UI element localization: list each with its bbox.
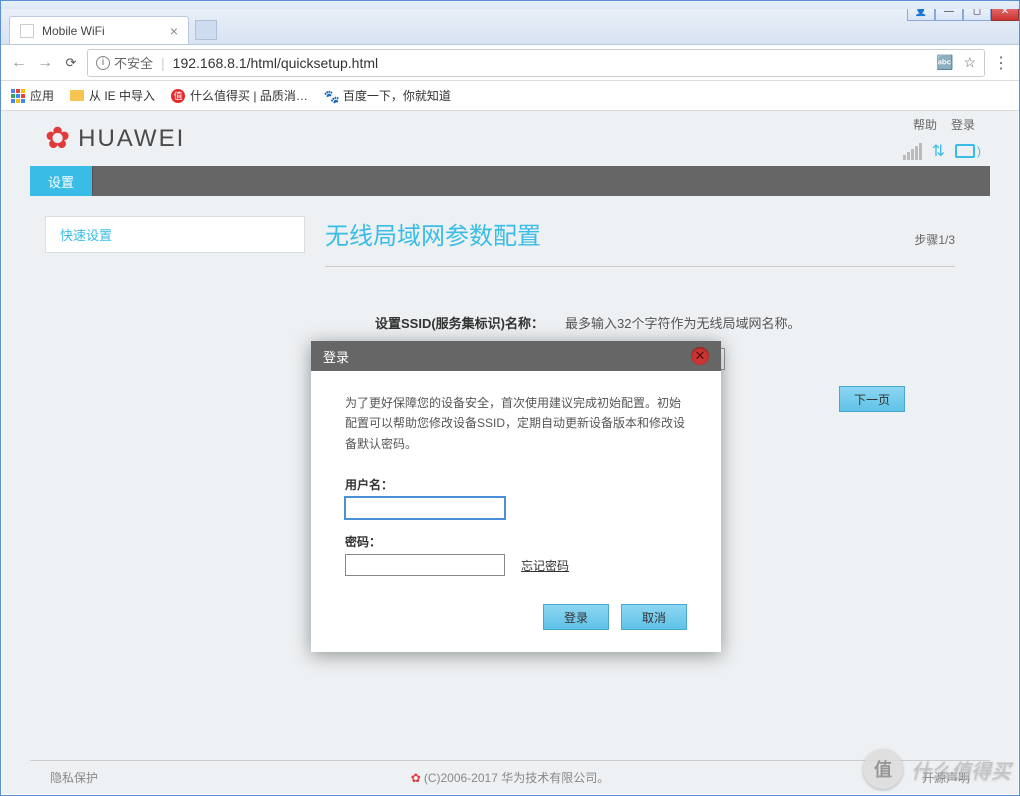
watermark-badge: 值 [863, 749, 903, 789]
sidebar-quick-setup[interactable]: 快速设置 [45, 216, 305, 253]
browser-tab[interactable]: Mobile WiFi × [9, 16, 189, 44]
modal-login-button[interactable]: 登录 [543, 604, 609, 630]
huawei-petal-icon: ✿ [45, 121, 70, 156]
forward-button[interactable]: → [35, 53, 55, 73]
info-icon: i [96, 56, 110, 70]
folder-icon [70, 90, 84, 101]
apps-grid-icon [11, 89, 25, 103]
password-input[interactable] [345, 554, 505, 576]
watermark-text: 什么值得买 [911, 755, 1011, 784]
modal-close-button[interactable]: ✕ [691, 347, 709, 365]
modal-cancel-button[interactable]: 取消 [621, 604, 687, 630]
bookmark-baidu[interactable]: 🐾 百度一下，你就知道 [324, 87, 451, 104]
login-modal: 登录 ✕ 为了更好保障您的设备安全，首次使用建议完成初始配置。初始配置可以帮助您… [311, 341, 721, 652]
signal-icon [903, 143, 922, 160]
data-transfer-icon: ⇅ [932, 141, 945, 161]
login-link[interactable]: 登录 [951, 116, 975, 133]
privacy-link[interactable]: 隐私保护 [50, 769, 98, 786]
tab-close-icon[interactable]: × [170, 23, 178, 39]
page-title: 无线局域网参数配置 [325, 216, 541, 251]
step-indicator: 步骤1/3 [914, 231, 955, 248]
apps-shortcut[interactable]: 应用 [11, 87, 54, 104]
smzdm-icon: 值 [171, 89, 185, 103]
password-label: 密码： [345, 533, 687, 550]
modal-message: 为了更好保障您的设备安全，首次使用建议完成初始配置。初始配置可以帮助您修改设备S… [345, 393, 687, 454]
next-button[interactable]: 下一页 [839, 386, 905, 412]
reload-button[interactable]: ⟳ [61, 53, 81, 73]
bookmark-ie-import[interactable]: 从 IE 中导入 [70, 87, 155, 104]
wifi-clients-icon [955, 144, 975, 158]
bookmark-star-icon[interactable]: ☆ [963, 54, 976, 71]
url-text: 192.168.8.1/html/quicksetup.html [173, 55, 378, 71]
translate-icon[interactable]: 🔤 [936, 54, 953, 71]
forgot-password-link[interactable]: 忘记密码 [521, 557, 569, 574]
browser-menu-button[interactable]: ⋮ [991, 53, 1011, 73]
main-nav: 设置 [30, 166, 990, 196]
baidu-paw-icon: 🐾 [324, 89, 338, 103]
address-bar[interactable]: i 不安全 | 192.168.8.1/html/quicksetup.html… [87, 49, 985, 77]
watermark: 值 什么值得买 [863, 749, 1011, 789]
username-label: 用户名： [345, 476, 687, 493]
bookmark-smzdm[interactable]: 值 什么值得买 | 品质消… [171, 87, 308, 104]
new-tab-button[interactable] [195, 20, 217, 40]
security-indicator[interactable]: i 不安全 [96, 53, 153, 72]
ssid-description: 最多输入32个字符作为无线局域网名称。 [565, 313, 800, 332]
nav-settings-tab[interactable]: 设置 [30, 166, 93, 196]
ssid-label: 设置SSID(服务集标识)名称： [375, 313, 565, 332]
tab-favicon [20, 24, 34, 38]
tab-title: Mobile WiFi [42, 24, 105, 38]
username-input[interactable] [345, 497, 505, 519]
back-button[interactable]: ← [9, 53, 29, 73]
window-titlebar [1, 1, 1019, 9]
huawei-logo: ✿ HUAWEI [45, 121, 185, 156]
copyright: ✿(C)2006-2017 华为技术有限公司。 [98, 769, 922, 786]
modal-title: 登录 [323, 347, 349, 366]
help-link[interactable]: 帮助 [913, 116, 937, 133]
